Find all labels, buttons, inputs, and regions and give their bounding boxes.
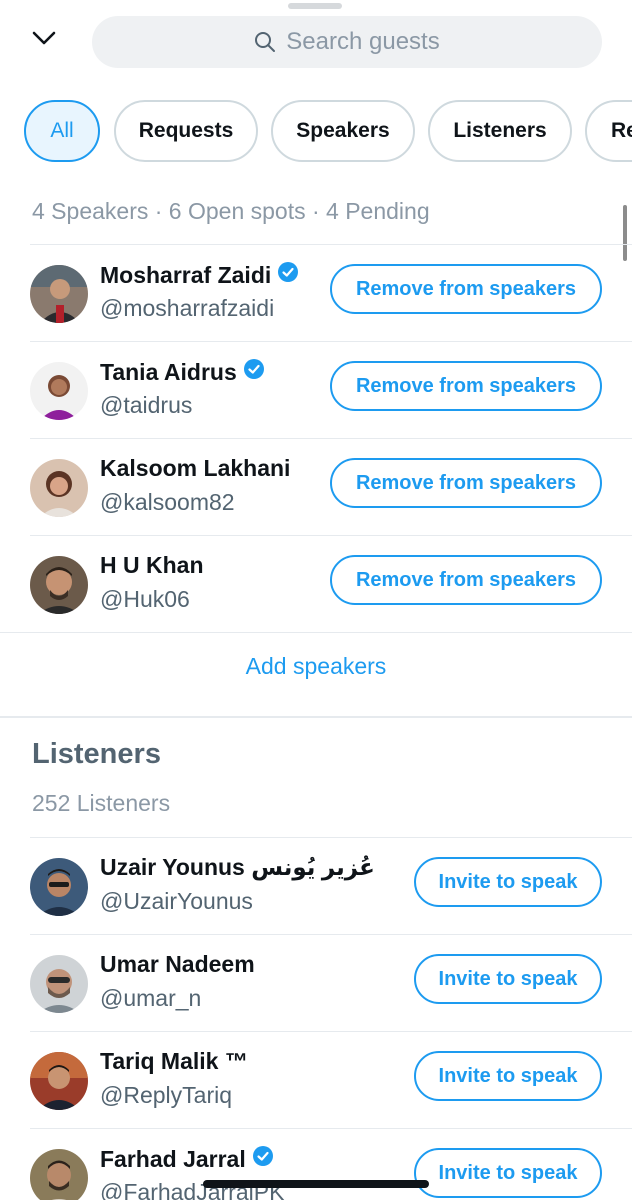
listeners-heading: Listeners [32,738,161,770]
speaker-handle: @mosharrafzaidi [100,295,275,321]
avatar[interactable] [30,858,88,916]
speaker-name: Kalsoom Lakhani [100,455,291,481]
add-speakers-link[interactable]: Add speakers [0,632,632,700]
filter-overflow[interactable]: Re [585,100,632,162]
verified-badge-icon [252,1145,274,1173]
invite-to-speak-button[interactable]: Invite to speak [414,1148,602,1198]
remove-from-speakers-button[interactable]: Remove from speakers [330,555,602,605]
avatar[interactable] [30,265,88,323]
listener-name: Uzair Younus عُزیر یُونس [100,854,375,880]
filter-all[interactable]: All [24,100,100,162]
search-icon [255,32,276,52]
listener-name: Farhad Jarral [100,1145,274,1173]
speaker-row: Mosharraf Zaidi @mosharrafzaidi Remove f… [30,244,632,341]
invite-to-speak-button[interactable]: Invite to speak [414,954,602,1004]
listener-row: Farhad Jarral @FarhadJarralPK Invite to … [30,1128,632,1200]
speaker-handle: @taidrus [100,392,193,418]
section-divider [0,716,632,718]
avatar[interactable] [30,556,88,614]
sheet-grabber[interactable] [288,3,342,9]
speaker-summary: 4 Speakers · 6 Open spots · 4 Pending [32,198,430,224]
search-placeholder: Search guests [286,28,440,55]
listeners-count: 252 Listeners [32,790,171,816]
avatar[interactable] [30,955,88,1013]
verified-badge-icon [243,358,265,386]
avatar[interactable] [30,459,88,517]
remove-from-speakers-button[interactable]: Remove from speakers [330,264,602,314]
listener-row: Tariq Malik ™ @ReplyTariq Invite to spea… [30,1031,632,1128]
avatar[interactable] [30,1149,88,1200]
avatar[interactable] [30,362,88,420]
filter-listeners[interactable]: Listeners [428,100,572,162]
remove-from-speakers-button[interactable]: Remove from speakers [330,458,602,508]
remove-from-speakers-button[interactable]: Remove from speakers [330,361,602,411]
speaker-name: H U Khan [100,552,204,578]
listener-row: Uzair Younus عُزیر یُونس @UzairYounus In… [30,837,632,934]
speaker-row: H U Khan @Huk06 Remove from speakers [30,535,632,632]
home-indicator[interactable] [203,1180,429,1188]
filter-tabs: All Requests Speakers Listeners Re [0,100,632,162]
speaker-row: Kalsoom Lakhani @kalsoom82 Remove from s… [30,438,632,535]
top-bar: Search guests [0,16,632,68]
speaker-handle: @kalsoom82 [100,489,235,515]
listener-handle: @UzairYounus [100,888,253,914]
listener-row: Umar Nadeem @umar_n Invite to speak [30,934,632,1031]
filter-requests[interactable]: Requests [114,100,258,162]
listener-name: Umar Nadeem [100,951,255,977]
filter-speakers[interactable]: Speakers [271,100,415,162]
search-input[interactable]: Search guests [92,16,602,68]
avatar[interactable] [30,1052,88,1110]
invite-to-speak-button[interactable]: Invite to speak [414,1051,602,1101]
listener-handle: @umar_n [100,985,202,1011]
speaker-handle: @Huk06 [100,586,190,612]
speaker-name: Tania Aidrus [100,358,265,386]
listener-name: Tariq Malik ™ [100,1048,248,1074]
speaker-name: Mosharraf Zaidi [100,261,299,289]
speaker-row: Tania Aidrus @taidrus Remove from speake… [30,341,632,438]
chevron-down-icon[interactable] [30,28,70,56]
verified-badge-icon [277,261,299,289]
listener-handle: @ReplyTariq [100,1082,233,1108]
invite-to-speak-button[interactable]: Invite to speak [414,857,602,907]
